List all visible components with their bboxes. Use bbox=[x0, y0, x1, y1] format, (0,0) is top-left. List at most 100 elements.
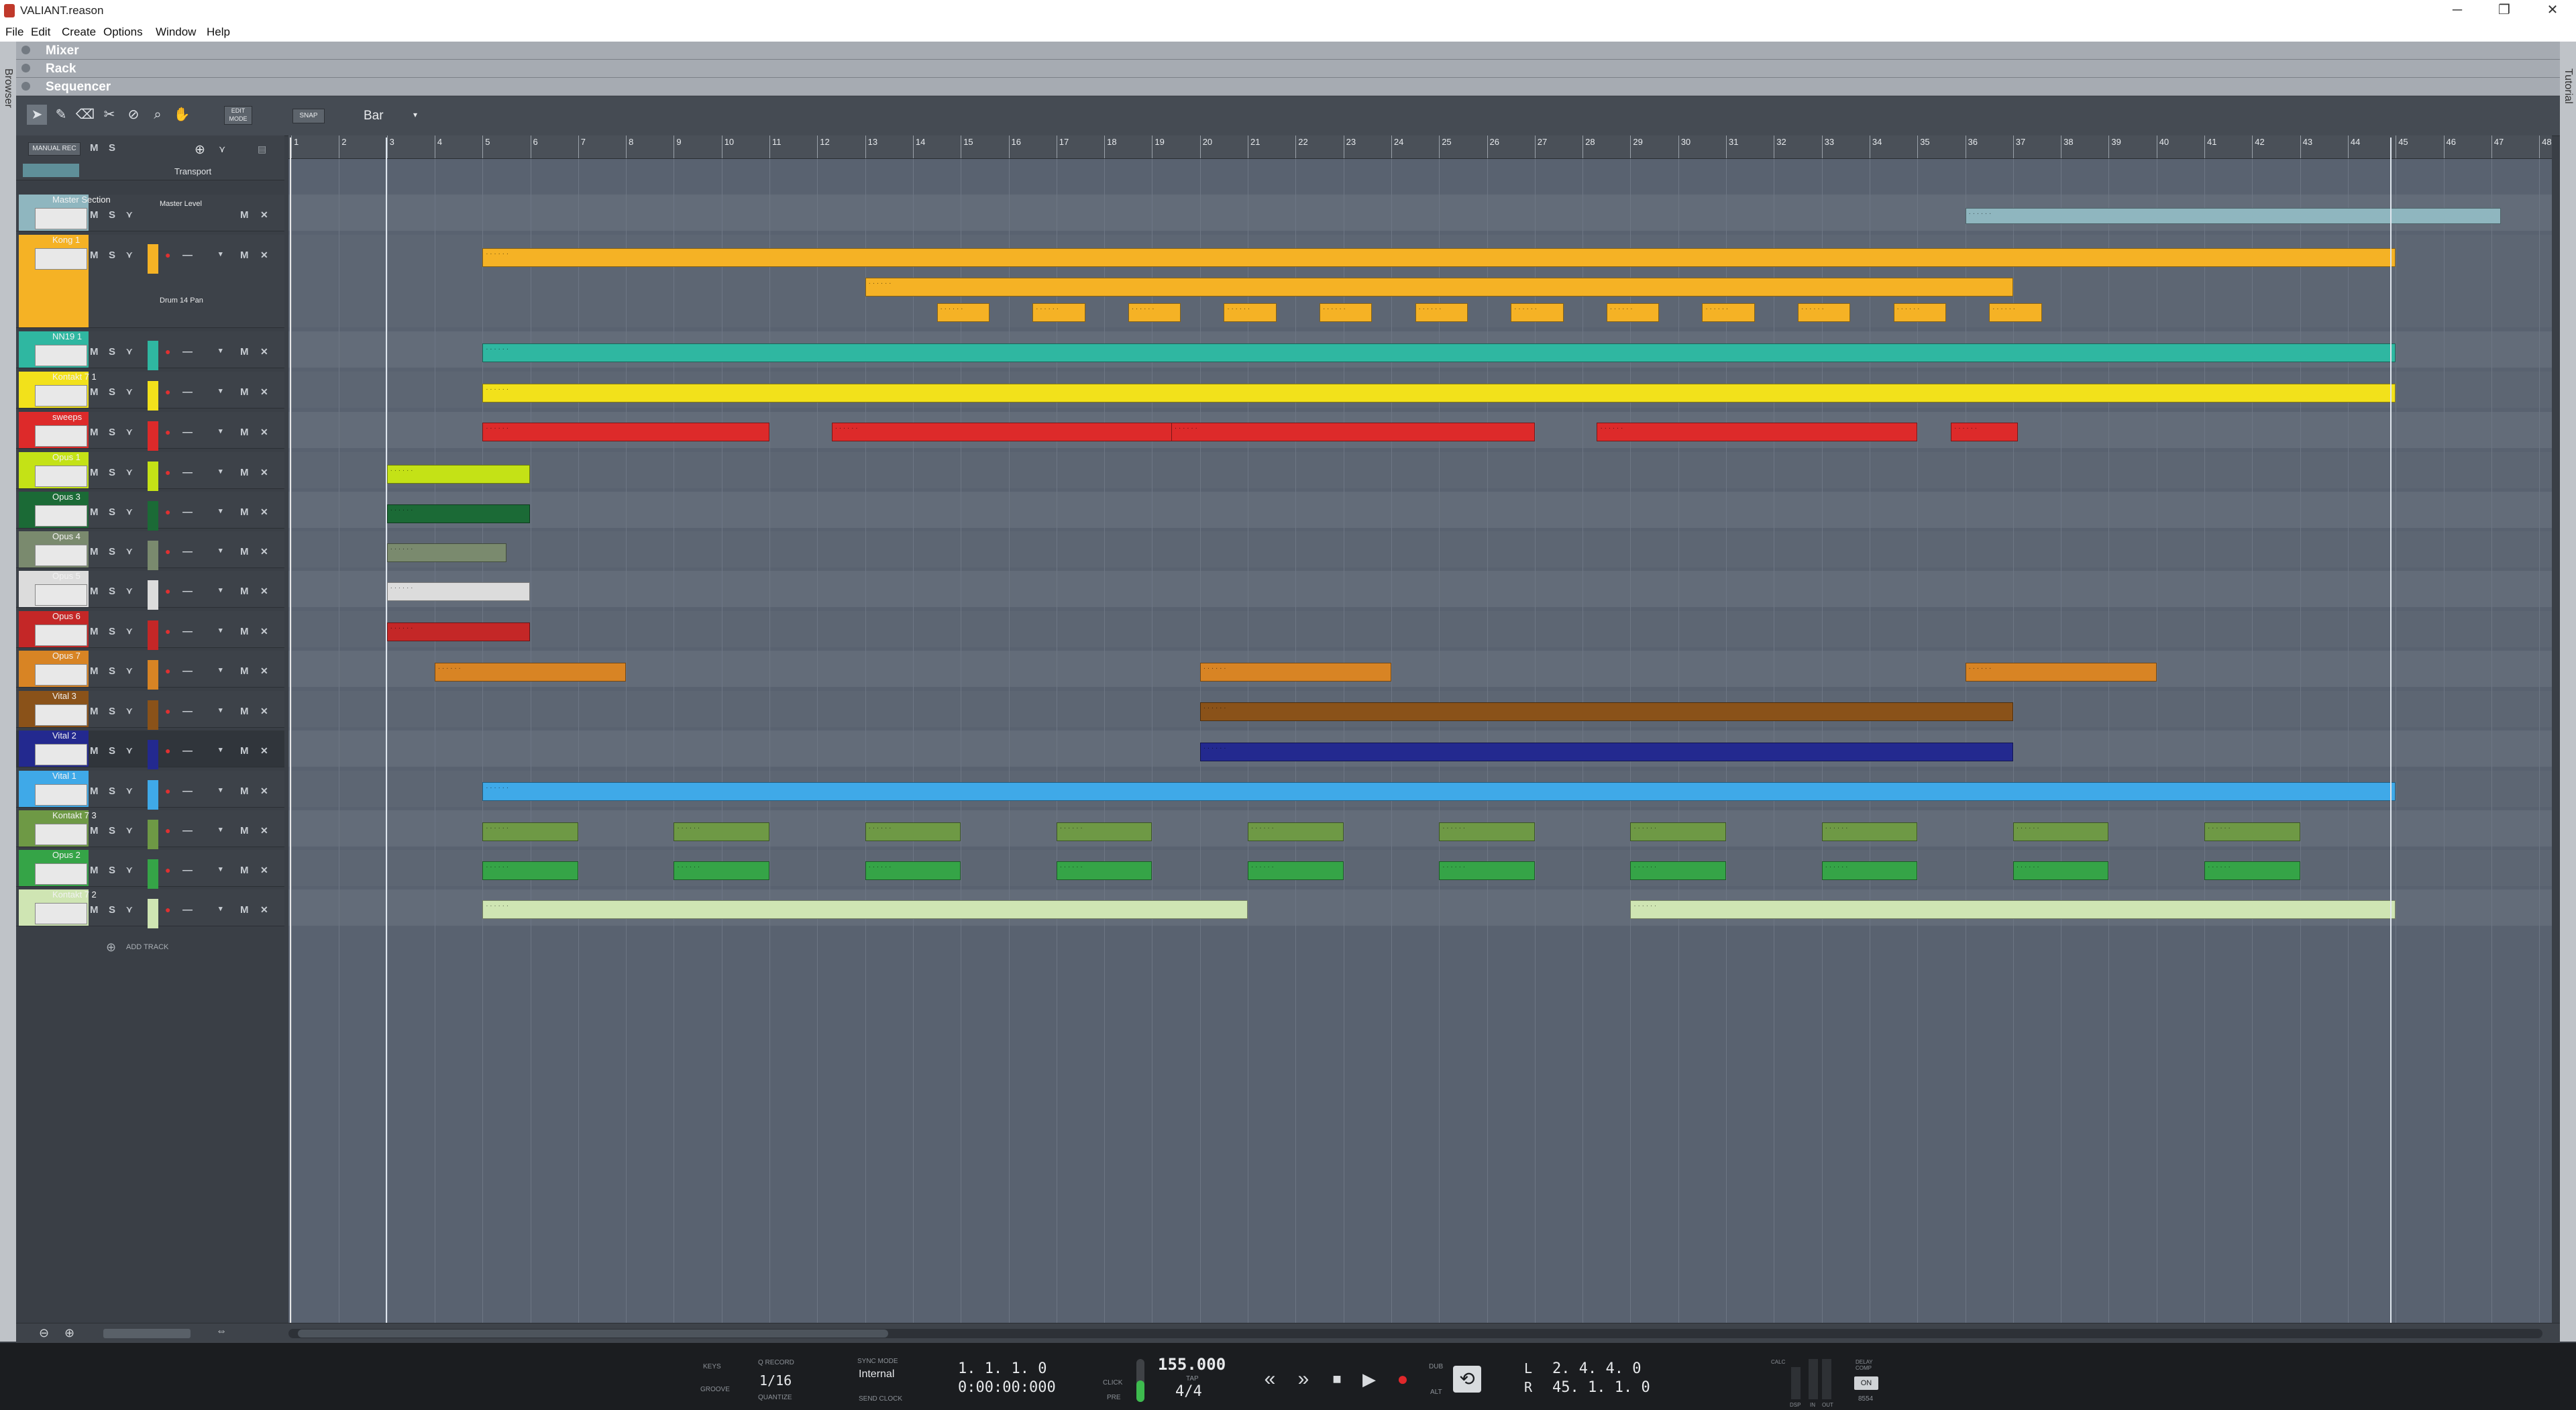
pre-button[interactable]: PRE bbox=[1107, 1394, 1121, 1401]
quantize-value[interactable]: 1/16 bbox=[759, 1372, 792, 1389]
track-solo-button[interactable]: S bbox=[109, 506, 115, 518]
track-mute-button[interactable]: M bbox=[90, 665, 99, 677]
lane-mute-button[interactable]: M bbox=[240, 586, 249, 597]
lane-close-icon[interactable]: ✕ bbox=[260, 467, 268, 478]
automation-icon[interactable]: ⋎ bbox=[126, 209, 133, 220]
sequencer-clip[interactable]: · · · · · · bbox=[1702, 303, 1755, 322]
loop-right-value[interactable]: 45. 1. 1. 0 bbox=[1552, 1379, 1650, 1396]
lane-mute-button[interactable]: M bbox=[240, 665, 249, 677]
chevron-down-icon[interactable]: ▾ bbox=[219, 250, 223, 258]
menu-edit[interactable]: Edit bbox=[31, 25, 50, 39]
lane-close-icon[interactable]: ✕ bbox=[260, 825, 268, 836]
track-name[interactable]: Vital 1 bbox=[52, 771, 76, 781]
sequencer-clip[interactable]: · · · · · · bbox=[1965, 663, 2157, 682]
sequencer-clip[interactable]: · · · · · · bbox=[386, 465, 531, 484]
lane-close-icon[interactable]: ✕ bbox=[260, 745, 268, 757]
track-header[interactable]: Master Section M S ⋎ Master Level M ✕ bbox=[16, 195, 284, 231]
zoom-out-icon[interactable]: ⊖ bbox=[39, 1326, 49, 1340]
sequencer-clip[interactable]: · · · · · · bbox=[386, 622, 531, 641]
sequencer-clip[interactable]: · · · · · · bbox=[1128, 303, 1181, 322]
song-position-marker[interactable] bbox=[290, 138, 291, 1323]
select-tool-icon[interactable]: ➤ bbox=[27, 105, 47, 125]
track-solo-button[interactable]: S bbox=[109, 745, 115, 757]
pencil-tool-icon[interactable]: ✎ bbox=[51, 105, 71, 125]
sequencer-clip[interactable]: · · · · · · bbox=[865, 278, 2013, 296]
lane-mute-button[interactable]: M bbox=[240, 745, 249, 757]
chevron-down-icon[interactable]: ▾ bbox=[219, 506, 223, 515]
sequencer-section-header[interactable]: Sequencer bbox=[16, 78, 2560, 96]
track-name[interactable]: Opus 4 bbox=[52, 531, 80, 541]
tempo-value[interactable]: 155.000 bbox=[1158, 1355, 1226, 1374]
delay-comp-value[interactable]: 8554 bbox=[1858, 1395, 1873, 1403]
sequencer-clip[interactable]: · · · · · · bbox=[482, 343, 2396, 362]
sequencer-clip[interactable]: · · · · · · bbox=[1056, 822, 1152, 841]
magnify-tool-icon[interactable]: ⌕ bbox=[148, 105, 168, 125]
lane-close-icon[interactable]: ✕ bbox=[260, 386, 268, 398]
track-header[interactable]: Opus 4 M S ⋎ ● — ▾ M ✕ bbox=[16, 531, 284, 570]
sequencer-clip[interactable]: · · · · · · bbox=[1797, 303, 1851, 322]
track-header[interactable]: Opus 3 M S ⋎ ● — ▾ M ✕ bbox=[16, 492, 284, 531]
rewind-icon[interactable]: « bbox=[1256, 1366, 1284, 1393]
automation-icon[interactable]: ⋎ bbox=[126, 706, 133, 716]
sequencer-clip[interactable]: · · · · · · bbox=[1821, 822, 1918, 841]
track-name[interactable]: Vital 3 bbox=[52, 691, 76, 701]
sequencer-clip[interactable]: · · · · · · bbox=[2204, 861, 2300, 880]
record-enable-icon[interactable]: ● bbox=[165, 626, 170, 637]
track-name[interactable]: Vital 2 bbox=[52, 730, 76, 741]
lane-mute-button[interactable]: M bbox=[240, 706, 249, 717]
sequencer-clip[interactable]: · · · · · · bbox=[865, 822, 961, 841]
menu-help[interactable]: Help bbox=[207, 25, 230, 39]
razor-tool-icon[interactable]: ✂ bbox=[99, 105, 119, 125]
track-solo-button[interactable]: S bbox=[109, 386, 115, 398]
lane-mute-button[interactable]: M bbox=[240, 427, 249, 438]
track-header[interactable]: Opus 6 M S ⋎ ● — ▾ M ✕ bbox=[16, 611, 284, 650]
global-solo-button[interactable]: S bbox=[109, 142, 115, 154]
automation-icon[interactable]: ⋎ bbox=[126, 825, 133, 836]
track-header[interactable]: sweeps M S ⋎ ● — ▾ M ✕ bbox=[16, 412, 284, 451]
track-name[interactable]: Master Section bbox=[52, 195, 111, 205]
zoom-in-icon[interactable]: ⊕ bbox=[64, 1326, 74, 1340]
track-header[interactable]: Kontakt 7 2 M S ⋎ ● — ▾ M ✕ bbox=[16, 889, 284, 928]
position-time[interactable]: 0:00:00:000 bbox=[958, 1379, 1056, 1396]
tap-button[interactable]: TAP bbox=[1186, 1375, 1199, 1382]
sequencer-clip[interactable]: · · · · · · bbox=[482, 900, 1248, 919]
track-name[interactable]: Opus 1 bbox=[52, 452, 80, 462]
track-solo-button[interactable]: S bbox=[109, 706, 115, 717]
groove-button[interactable]: GROOVE bbox=[700, 1386, 730, 1393]
track-mute-button[interactable]: M bbox=[90, 506, 99, 518]
browser-label[interactable]: Browser bbox=[2, 68, 14, 108]
track-header[interactable]: Vital 1 M S ⋎ ● — ▾ M ✕ bbox=[16, 771, 284, 810]
record-enable-icon[interactable]: ● bbox=[165, 865, 170, 875]
automation-icon[interactable]: ⋎ bbox=[126, 250, 133, 260]
record-icon[interactable]: ● bbox=[1389, 1366, 1417, 1393]
chevron-down-icon[interactable]: ▾ bbox=[219, 467, 223, 476]
track-solo-button[interactable]: S bbox=[109, 785, 115, 797]
automation-icon[interactable]: ⋎ bbox=[126, 785, 133, 796]
loop-right-marker[interactable] bbox=[2390, 138, 2392, 1323]
track-solo-button[interactable]: S bbox=[109, 626, 115, 637]
record-enable-icon[interactable]: ● bbox=[165, 825, 170, 836]
menu-file[interactable]: File bbox=[5, 25, 23, 39]
chevron-down-icon[interactable]: ▾ bbox=[219, 427, 223, 435]
automation-icon[interactable]: ⋎ bbox=[126, 904, 133, 915]
snap-button[interactable]: SNAP bbox=[292, 109, 325, 123]
lane-mute-button[interactable]: M bbox=[240, 250, 249, 261]
automation-icon[interactable]: ⋎ bbox=[126, 546, 133, 557]
automation-icon[interactable]: ⋎ bbox=[126, 626, 133, 637]
sequencer-clip[interactable]: · · · · · · bbox=[482, 423, 769, 441]
chevron-down-icon[interactable]: ▾ bbox=[219, 386, 223, 395]
q-record-button[interactable]: Q RECORD bbox=[758, 1359, 794, 1366]
sequencer-clip[interactable]: · · · · · · bbox=[482, 861, 578, 880]
chevron-down-icon[interactable]: ▾ bbox=[219, 745, 223, 754]
track-mute-button[interactable]: M bbox=[90, 586, 99, 597]
mute-tool-icon[interactable]: ⊘ bbox=[123, 105, 144, 125]
sequencer-clip[interactable]: · · · · · · bbox=[1951, 423, 2018, 441]
sequencer-clip[interactable]: · · · · · · bbox=[1597, 423, 1918, 441]
add-track-icon[interactable]: ⊕ bbox=[106, 940, 116, 955]
sequencer-clip[interactable]: · · · · · · bbox=[1199, 663, 1391, 682]
lane-mute-button[interactable]: M bbox=[240, 546, 249, 557]
track-solo-button[interactable]: S bbox=[109, 546, 115, 557]
tutorial-strip[interactable]: Tutorial bbox=[2560, 42, 2576, 1342]
record-enable-icon[interactable]: ● bbox=[165, 904, 170, 915]
lane-mute-button[interactable]: M bbox=[240, 626, 249, 637]
